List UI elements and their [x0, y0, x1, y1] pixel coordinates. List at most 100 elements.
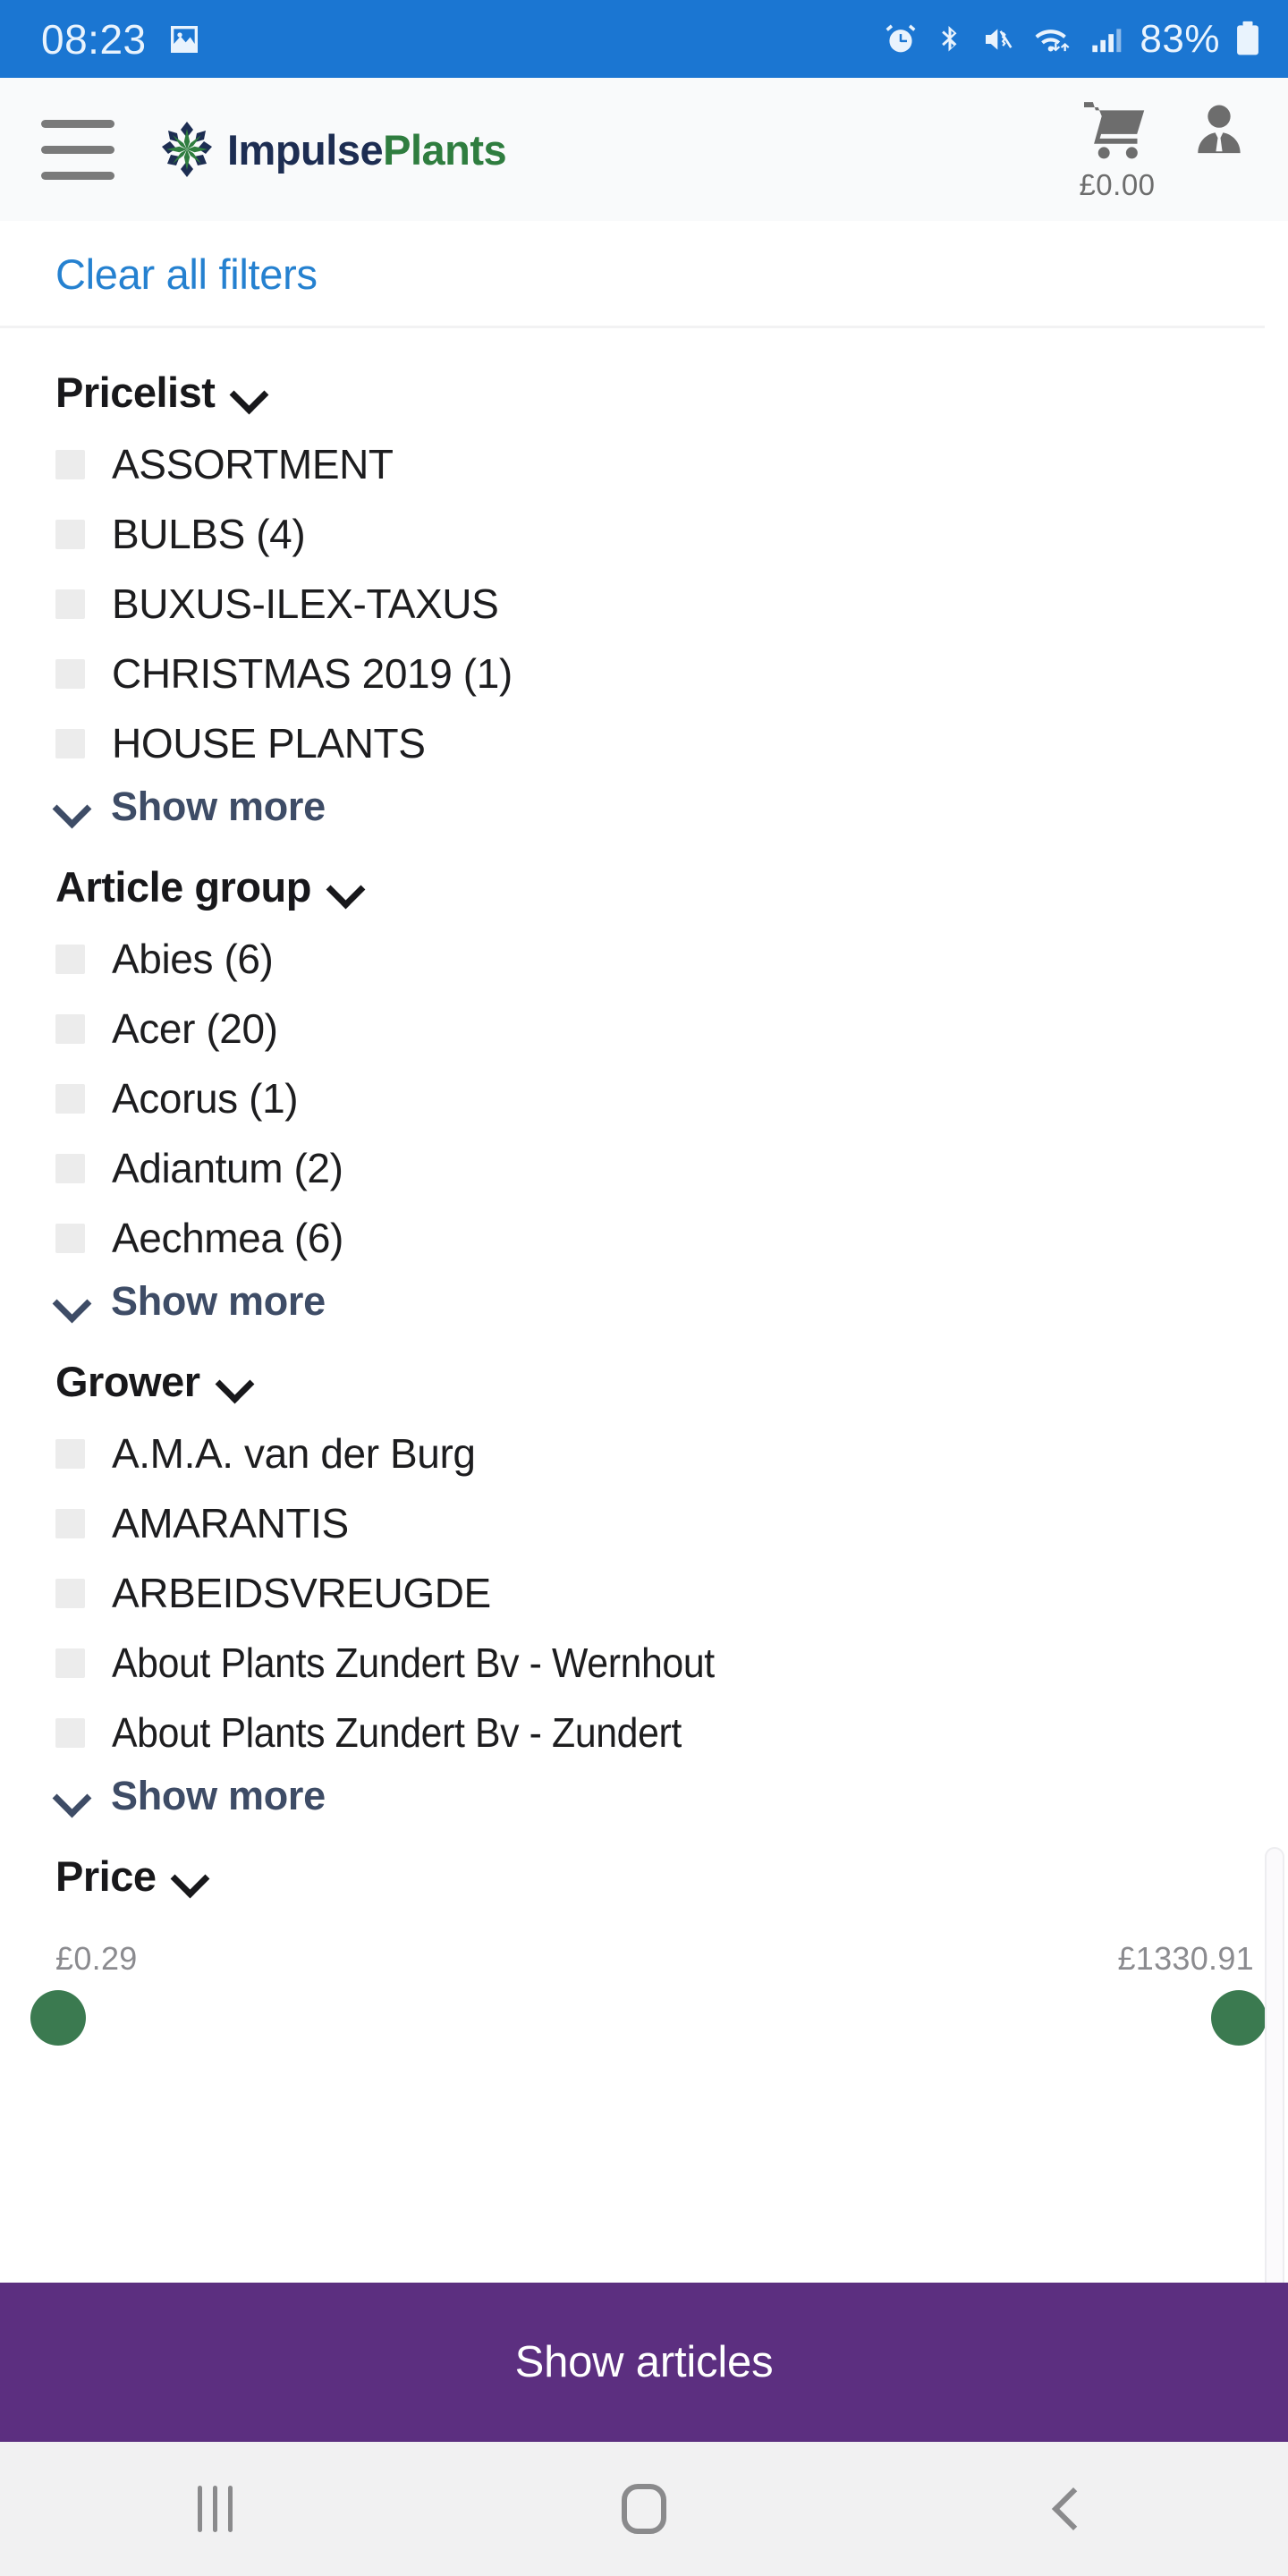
filter-group-header[interactable]: Price [55, 1852, 1288, 1901]
account-button[interactable] [1188, 97, 1250, 159]
filter-group-header[interactable]: Grower [55, 1357, 1288, 1406]
show-more-button[interactable]: Show more [55, 1773, 1288, 1819]
checkbox[interactable] [55, 658, 85, 689]
filter-option-label: A.M.A. van der Burg [112, 1430, 476, 1477]
filter-option[interactable]: ASSORTMENT [55, 429, 1288, 499]
status-bar-clock: 08:23 [41, 15, 147, 63]
checkbox[interactable] [55, 449, 85, 479]
filter-option-label: Acer (20) [112, 1005, 278, 1052]
filter-option-list: Abies (6) Acer (20) Acorus (1) Adiantum … [55, 924, 1288, 1273]
show-articles-button[interactable]: Show articles [0, 2283, 1288, 2442]
bluetooth-icon [942, 25, 957, 51]
show-more-label: Show more [111, 784, 326, 829]
filter-option-label: Aechmea (6) [112, 1215, 343, 1261]
filter-group-header[interactable]: Article group [55, 862, 1288, 911]
chevron-down-icon [55, 792, 86, 822]
clear-all-filters-link[interactable]: Clear all filters [55, 250, 318, 299]
battery-icon [1237, 21, 1258, 55]
hamburger-bar [41, 119, 114, 128]
filter-option[interactable]: CHRISTMAS 2019 (1) [55, 639, 1288, 708]
shopping-cart-icon [1084, 102, 1145, 159]
checkbox[interactable] [55, 1083, 85, 1114]
cart-button[interactable]: £0.00 [1079, 97, 1156, 202]
chevron-down-icon [329, 872, 360, 902]
home-button[interactable] [429, 2484, 859, 2534]
checkbox[interactable] [55, 1648, 85, 1678]
filter-option[interactable]: About Plants Zundert Bv - Wernhout [55, 1628, 1288, 1698]
header-actions: £0.00 [1079, 97, 1288, 202]
price-slider-handle-min[interactable] [30, 1990, 86, 2046]
alarm-icon [886, 24, 916, 52]
flower-emblem-icon [162, 122, 212, 177]
filter-group-header[interactable]: Pricelist [55, 368, 1288, 417]
recents-icon [197, 2486, 233, 2532]
filter-option-label: About Plants Zundert Bv - Zundert [112, 1709, 682, 1756]
android-navigation-bar [0, 2442, 1288, 2576]
hamburger-icon[interactable] [41, 119, 140, 180]
filter-option[interactable]: HOUSE PLANTS [55, 708, 1288, 778]
filter-option-label: BULBS (4) [112, 511, 306, 557]
checkbox[interactable] [55, 1717, 85, 1748]
show-more-label: Show more [111, 1278, 326, 1324]
site-header: ImpulsePlants £0.00 [0, 78, 1288, 221]
clear-filters-row: Clear all filters [0, 221, 1288, 326]
checkbox[interactable] [55, 1578, 85, 1608]
brand-name-second: Plants [383, 125, 507, 174]
filter-option[interactable]: About Plants Zundert Bv - Zundert [55, 1698, 1288, 1767]
filter-option[interactable]: ARBEIDSVREUGDE [55, 1558, 1288, 1628]
status-bar-left: 08:23 [41, 15, 882, 64]
battery-percent-label: 83% [1140, 16, 1220, 61]
filter-option[interactable]: Abies (6) [55, 924, 1288, 994]
checkbox[interactable] [55, 519, 85, 549]
price-range-values: £0.29 £1330.91 [0, 1940, 1288, 1978]
recents-button[interactable] [0, 2486, 429, 2532]
filter-option[interactable]: AMARANTIS [55, 1488, 1288, 1558]
checkbox[interactable] [55, 728, 85, 758]
checkbox[interactable] [55, 944, 85, 974]
show-more-label: Show more [111, 1773, 326, 1818]
filter-option-list: A.M.A. van der Burg AMARANTIS ARBEIDSVRE… [55, 1419, 1288, 1767]
show-more-button[interactable]: Show more [55, 784, 1288, 830]
checkbox[interactable] [55, 1223, 85, 1253]
hamburger-bar [41, 145, 114, 154]
filter-option[interactable]: Adiantum (2) [55, 1133, 1288, 1203]
checkbox[interactable] [55, 1013, 85, 1044]
price-slider-handle-max[interactable] [1211, 1990, 1267, 2046]
chevron-down-icon [218, 1367, 249, 1397]
filter-option[interactable]: BUXUS-ILEX-TAXUS [55, 569, 1288, 639]
filter-option-label: AMARANTIS [112, 1500, 349, 1546]
cart-total-label: £0.00 [1079, 168, 1156, 201]
filter-option-label: ASSORTMENT [112, 441, 394, 487]
filter-group-article-group: Article group Abies (6) Acer (20) Acorus… [0, 830, 1288, 1325]
show-more-button[interactable]: Show more [55, 1278, 1288, 1325]
price-max-label: £1330.91 [1117, 1940, 1254, 1977]
chevron-down-icon [233, 377, 263, 408]
brand-name: ImpulsePlants [227, 125, 507, 174]
brand-name-first: Impulse [227, 125, 384, 174]
filter-group-price: Price [0, 1819, 1288, 1901]
back-button[interactable] [859, 2487, 1288, 2531]
checkbox[interactable] [55, 1508, 85, 1538]
filter-option[interactable]: Acorus (1) [55, 1063, 1288, 1133]
image-icon [170, 25, 198, 53]
mute-vibrate-icon [986, 28, 1013, 50]
filter-group-grower: Grower A.M.A. van der Burg AMARANTIS ARB… [0, 1325, 1288, 1819]
checkbox[interactable] [55, 589, 85, 619]
chevron-down-icon [55, 1781, 86, 1811]
brand-logo[interactable]: ImpulsePlants [159, 120, 507, 179]
filter-option[interactable]: Aechmea (6) [55, 1203, 1288, 1273]
filter-group-title: Article group [55, 863, 311, 911]
wifi-icon [1035, 29, 1070, 51]
filter-group-title: Price [55, 1852, 157, 1900]
chevron-down-icon [174, 1861, 204, 1892]
filter-option[interactable]: Acer (20) [55, 994, 1288, 1063]
phone-screen: 08:23 83% ImpulsePlants £0.00 Clear all … [0, 0, 1288, 2576]
filter-option-list: ASSORTMENT BULBS (4) BUXUS-ILEX-TAXUS CH… [55, 429, 1288, 778]
checkbox[interactable] [55, 1438, 85, 1469]
checkbox[interactable] [55, 1153, 85, 1183]
back-icon [1051, 2487, 1096, 2531]
price-range-slider[interactable] [0, 1990, 1288, 2046]
filter-option[interactable]: BULBS (4) [55, 499, 1288, 569]
filter-option[interactable]: A.M.A. van der Burg [55, 1419, 1288, 1488]
filter-group-pricelist: Pricelist ASSORTMENT BULBS (4) BUXUS-ILE… [0, 328, 1288, 830]
